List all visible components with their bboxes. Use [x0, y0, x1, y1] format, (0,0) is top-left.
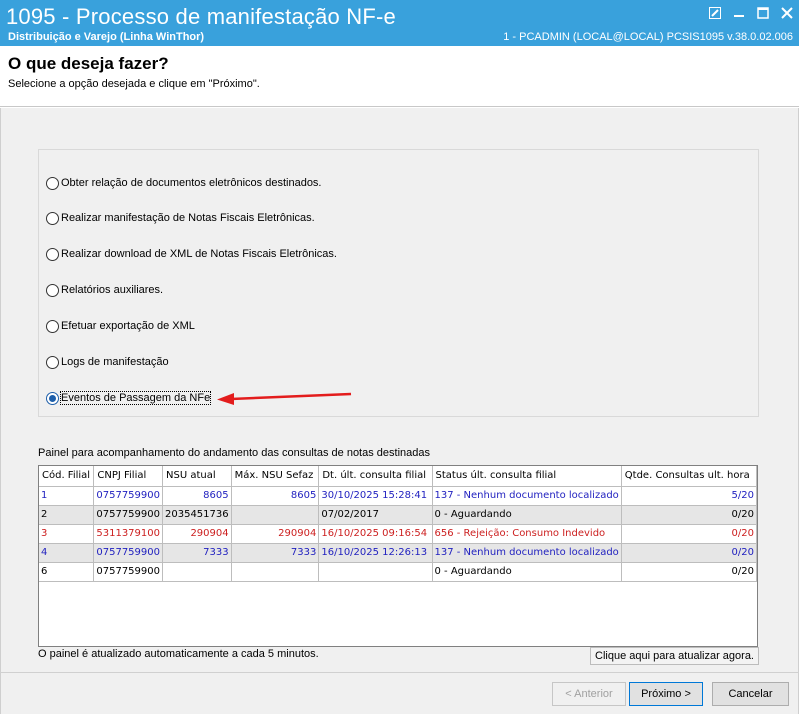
column-header[interactable]: NSU atual: [162, 466, 232, 487]
option-eventos-passagem[interactable]: Eventos de Passagem da NFe: [46, 390, 212, 406]
table-cell: 0 - Aguardando: [432, 562, 622, 582]
option-label: Logs de manifestação: [61, 356, 169, 368]
table-cell: [231, 505, 320, 525]
column-header[interactable]: Máx. NSU Sefaz: [231, 466, 320, 487]
radio-button[interactable]: [46, 247, 59, 261]
table-cell: 16/10/2025 12:26:13: [318, 543, 433, 563]
table-cell: 8605: [231, 486, 320, 506]
option-label: Relatórios auxiliares.: [61, 284, 164, 296]
option-exportacao-xml[interactable]: Efetuar exportação de XML: [46, 318, 195, 334]
option-obter-relacao[interactable]: Obter relação de documentos eletrônicos …: [46, 175, 322, 191]
wizard-content: Obter relação de documentos eletrônicos …: [0, 108, 799, 672]
radio-button[interactable]: [46, 211, 59, 225]
table-cell: 0/20: [621, 543, 757, 563]
column-header[interactable]: Qtde. Consultas ult. hora: [621, 466, 757, 487]
table-cell: 0/20: [621, 505, 757, 525]
table-cell: 0 - Aguardando: [432, 505, 622, 525]
table-cell: 0757759900: [93, 486, 163, 506]
table-cell: 1: [39, 486, 95, 506]
table-cell: 656 - Rejeição: Consumo Indevido: [432, 524, 622, 544]
table-cell: 137 - Nenhum documento localizado: [432, 543, 622, 563]
radio-button-selected[interactable]: [46, 391, 59, 405]
auto-refresh-note: O painel é atualizado automaticamente a …: [38, 648, 319, 660]
cancel-button[interactable]: Cancelar: [712, 682, 789, 706]
table-cell: 2: [39, 505, 95, 525]
radio-button[interactable]: [46, 319, 59, 333]
table-cell: 290904: [231, 524, 320, 544]
option-realizar-manifestacao[interactable]: Realizar manifestação de Notas Fiscais E…: [46, 210, 315, 226]
restore-edit-icon[interactable]: [703, 0, 727, 26]
table-cell: 7333: [231, 543, 320, 563]
table-cell: 6: [39, 562, 95, 582]
red-arrow-annotation: [217, 392, 352, 405]
refresh-now-button[interactable]: Clique aqui para atualizar agora.: [590, 647, 759, 665]
option-relatorios[interactable]: Relatórios auxiliares.: [46, 282, 163, 298]
wizard-header: O que deseja fazer? Selecione a opção de…: [0, 46, 799, 107]
title-bar: 1095 - Processo de manifestação NF-e Dis…: [0, 0, 799, 46]
maximize-icon[interactable]: [751, 0, 775, 26]
table-cell: 0757759900: [93, 505, 163, 525]
table-cell: 16/10/2025 09:16:54: [318, 524, 433, 544]
radio-button[interactable]: [46, 355, 59, 369]
table-cell: [318, 562, 433, 582]
table-cell: 0757759900: [93, 543, 163, 563]
table-cell: 290904: [162, 524, 232, 544]
table-cell: 2035451736: [162, 505, 232, 525]
option-download-xml[interactable]: Realizar download de XML de Notas Fiscai…: [46, 246, 337, 262]
radio-button[interactable]: [46, 283, 59, 297]
table-cell: 5311379100: [93, 524, 163, 544]
table-cell: 07/02/2017: [318, 505, 433, 525]
table-cell: 0/20: [621, 562, 757, 582]
table-cell: 7333: [162, 543, 232, 563]
grid-header-row: Cód. Filial CNPJ Filial NSU atual Máx. N…: [39, 466, 757, 487]
table-cell: 0757759900: [93, 562, 163, 582]
close-icon[interactable]: [775, 0, 799, 26]
table-row[interactable]: 4 0757759900 7333 7333 16/10/2025 12:26:…: [39, 543, 757, 563]
table-cell: 5/20: [621, 486, 757, 506]
option-logs-manifestacao[interactable]: Logs de manifestação: [46, 354, 169, 370]
status-grid[interactable]: Cód. Filial CNPJ Filial NSU atual Máx. N…: [38, 465, 758, 647]
table-cell: 30/10/2025 15:28:41: [318, 486, 433, 506]
table-cell: 137 - Nenhum documento localizado: [432, 486, 622, 506]
table-cell: 0/20: [621, 524, 757, 544]
options-group: Obter relação de documentos eletrônicos …: [38, 149, 759, 417]
back-button[interactable]: < Anterior: [552, 682, 626, 706]
table-row[interactable]: 2 0757759900 2035451736 07/02/2017 0 - A…: [39, 505, 757, 525]
page-subtitle: Selecione a opção desejada e clique em "…: [8, 78, 260, 90]
table-cell: 8605: [162, 486, 232, 506]
window-title: 1095 - Processo de manifestação NF-e: [6, 4, 396, 29]
table-cell: [162, 562, 232, 582]
option-label: Eventos de Passagem da NFe: [59, 391, 212, 405]
table-row[interactable]: 3 5311379100 290904 290904 16/10/2025 09…: [39, 524, 757, 544]
option-label: Realizar manifestação de Notas Fiscais E…: [61, 212, 315, 224]
next-button[interactable]: Próximo >: [629, 682, 703, 706]
page-title: O que deseja fazer?: [8, 54, 169, 73]
option-label: Realizar download de XML de Notas Fiscai…: [61, 248, 337, 260]
table-row[interactable]: 1 0757759900 8605 8605 30/10/2025 15:28:…: [39, 486, 757, 506]
table-row[interactable]: 6 0757759900 0 - Aguardando 0/20: [39, 562, 757, 582]
radio-button[interactable]: [46, 176, 59, 190]
column-header[interactable]: Dt. últ. consulta filial: [318, 466, 433, 487]
column-header[interactable]: Status últ. consulta filial: [432, 466, 622, 487]
column-header[interactable]: Cód. Filial: [39, 466, 95, 487]
table-cell: 4: [39, 543, 95, 563]
minimize-icon[interactable]: [727, 0, 751, 26]
table-cell: 3: [39, 524, 95, 544]
option-label: Efetuar exportação de XML: [61, 320, 195, 332]
column-header[interactable]: CNPJ Filial: [93, 466, 163, 487]
panel-title: Painel para acompanhamento do andamento …: [38, 447, 430, 459]
option-label: Obter relação de documentos eletrônicos …: [61, 177, 322, 189]
window-controls: [703, 0, 799, 26]
wizard-footer: < Anterior Próximo > Cancelar: [0, 672, 799, 714]
session-info: 1 - PCADMIN (LOCAL@LOCAL) PCSIS1095 v.38…: [503, 31, 793, 43]
window-subtitle: Distribuição e Varejo (Linha WinThor): [8, 31, 205, 43]
table-cell: [231, 562, 320, 582]
